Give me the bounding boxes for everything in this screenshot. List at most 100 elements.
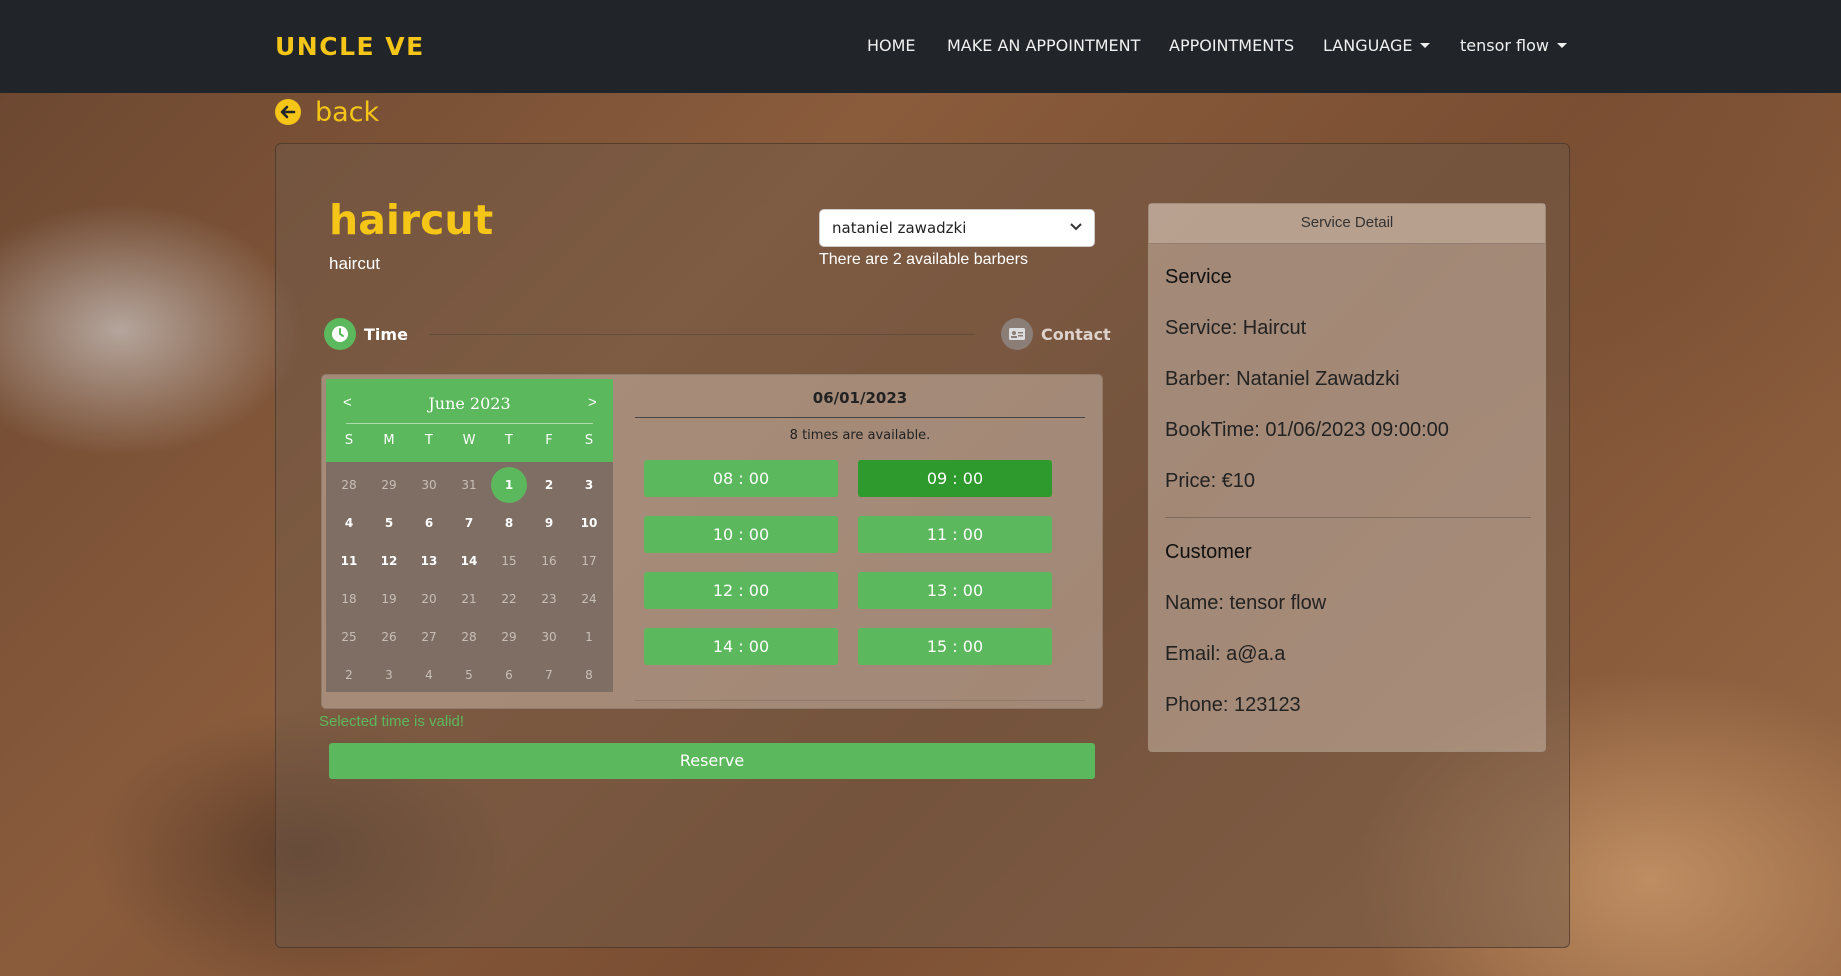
reserve-button[interactable]: Reserve (329, 743, 1095, 779)
calendar-day: 8 (585, 668, 593, 682)
time-slot-button[interactable]: 11 : 00 (858, 516, 1052, 553)
time-slot-button[interactable]: 12 : 00 (644, 572, 838, 609)
calendar-day: 2 (345, 668, 353, 682)
calendar-day[interactable]: 13 (411, 543, 447, 579)
calendar-day: 20 (421, 592, 437, 606)
validation-message: Selected time is valid! (319, 713, 465, 730)
time-slot-button[interactable]: 10 : 00 (644, 516, 838, 553)
back-label: back (315, 97, 380, 128)
caret-down-icon (1420, 43, 1431, 48)
calendar-day[interactable]: 6 (411, 505, 447, 541)
weekday-header: T (505, 433, 513, 448)
calendar-day: 29 (501, 630, 517, 644)
barber-availability-text: There are 2 available barbers (819, 251, 1029, 268)
calendar-day: 19 (381, 592, 397, 606)
calendar-day[interactable]: 12 (371, 543, 407, 579)
barber-select-value: nataniel zawadzki (832, 219, 967, 237)
time-slot-button[interactable]: 14 : 00 (644, 628, 838, 665)
detail-email: Email: a@a.a (1165, 643, 1286, 665)
calendar-day: 23 (541, 592, 557, 606)
calendar-day[interactable]: 10 (571, 505, 607, 541)
detail-service: Service: Haircut (1165, 317, 1307, 339)
nav-language-dropdown[interactable]: LANGUAGE (1323, 36, 1431, 55)
nav-home[interactable]: HOME (867, 36, 916, 55)
calendar-day: 24 (581, 592, 597, 606)
customer-heading: Customer (1165, 541, 1252, 563)
service-detail-header: Service Detail (1149, 204, 1545, 244)
detail-divider (1165, 517, 1531, 518)
calendar-day: 22 (501, 592, 517, 606)
brand-logo[interactable]: UNCLE VE (275, 32, 425, 61)
service-detail-card: Service Detail Service Service: Haircut … (1148, 203, 1546, 752)
weekday-header: W (462, 433, 476, 448)
slots-date: 06/01/2023 (812, 389, 908, 407)
service-title: haircut (329, 196, 494, 244)
calendar-day: 1 (585, 630, 593, 644)
detail-price: Price: €10 (1165, 470, 1256, 492)
time-slot-button[interactable]: 15 : 00 (858, 628, 1052, 665)
calendar-day: 29 (381, 478, 397, 492)
calendar-day: 15 (501, 554, 517, 568)
calendar-day: 16 (541, 554, 557, 568)
step-connector (429, 334, 975, 335)
calendar-day[interactable]: 2 (531, 467, 567, 503)
time-slot-button[interactable]: 13 : 00 (858, 572, 1052, 609)
detail-phone: Phone: 123123 (1165, 694, 1301, 716)
weekday-header: M (383, 433, 395, 448)
chevron-down-icon (1070, 223, 1082, 231)
calendar-day: 7 (545, 668, 553, 682)
navbar: UNCLE VE HOME MAKE AN APPOINTMENT APPOIN… (0, 0, 1841, 93)
time-slot-button[interactable]: 09 : 00 (858, 460, 1052, 497)
barber-select[interactable]: nataniel zawadzki (819, 209, 1095, 247)
weekday-header: S (344, 433, 354, 448)
schedule-panel: < June 2023 > S M T W T F S 28 29 30 31 1 2 3 4 5 6 7 8 9 10… (321, 374, 1103, 709)
calendar-day[interactable]: 4 (331, 505, 367, 541)
calendar-day[interactable]: 14 (451, 543, 487, 579)
calendar-day[interactable]: 7 (451, 505, 487, 541)
calendar-header: < June 2023 > (326, 379, 613, 462)
nav-language-label: LANGUAGE (1323, 36, 1413, 55)
slots-divider (635, 417, 1085, 418)
calendar-day: 28 (461, 630, 477, 644)
calendar-day: 21 (461, 592, 477, 606)
calendar-divider (346, 423, 593, 424)
calendar-day[interactable]: 1 (491, 467, 527, 503)
calendar-day: 31 (461, 478, 477, 492)
calendar-day: 5 (465, 668, 473, 682)
calendar-month-label: June 2023 (428, 394, 511, 413)
calendar-day: 26 (381, 630, 397, 644)
nav-appointments[interactable]: APPOINTMENTS (1169, 36, 1294, 55)
calendar-day: 30 (541, 630, 557, 644)
calendar-day: 3 (385, 668, 393, 682)
step-contact-label: Contact (1041, 325, 1111, 344)
detail-booktime: BookTime: 01/06/2023 09:00:00 (1165, 419, 1449, 441)
nav-user-dropdown[interactable]: tensor flow (1460, 36, 1567, 55)
weekday-header: T (425, 433, 433, 448)
service-heading: Service (1165, 266, 1232, 288)
calendar-day[interactable]: 8 (491, 505, 527, 541)
caret-down-icon (1557, 43, 1567, 48)
calendar-day: 28 (341, 478, 357, 492)
detail-barber: Barber: Nataniel Zawadzki (1165, 368, 1400, 390)
calendar-day[interactable]: 9 (531, 505, 567, 541)
calendar-day[interactable]: 11 (331, 543, 367, 579)
calendar-day: 30 (421, 478, 437, 492)
id-card-icon (1001, 318, 1033, 350)
booking-card: haircut haircut nataniel zawadzki There … (275, 143, 1570, 948)
time-slot-button[interactable]: 08 : 00 (644, 460, 838, 497)
detail-name: Name: tensor flow (1165, 592, 1327, 614)
slots-availability-text: 8 times are available. (789, 428, 931, 443)
calendar-next-button[interactable]: > (588, 394, 597, 411)
calendar-day: 4 (425, 668, 433, 682)
calendar-day: 25 (341, 630, 357, 644)
weekday-header: F (545, 433, 553, 448)
calendar-day: 6 (505, 668, 513, 682)
clock-icon (324, 318, 356, 350)
calendar-day[interactable]: 5 (371, 505, 407, 541)
nav-make-appointment[interactable]: MAKE AN APPOINTMENT (947, 36, 1140, 55)
calendar: < June 2023 > S M T W T F S 28 29 30 31 1 2 3 4 5 6 7 8 9 10… (326, 379, 613, 692)
calendar-day: 27 (421, 630, 437, 644)
slots-bottom-divider (635, 700, 1085, 701)
calendar-day[interactable]: 3 (571, 467, 607, 503)
calendar-day: 17 (581, 554, 597, 568)
